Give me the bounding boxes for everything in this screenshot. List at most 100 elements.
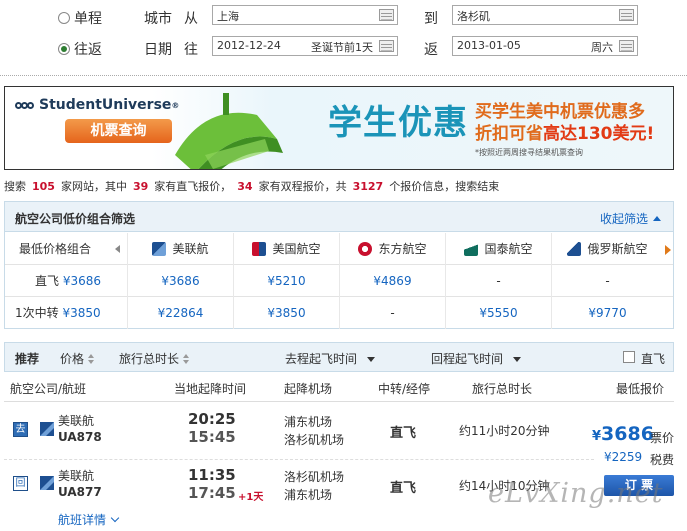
filter-airline-china-eastern[interactable]: 东方航空 bbox=[339, 233, 445, 265]
city-list-icon[interactable] bbox=[379, 9, 394, 21]
outbound-badge: 去 bbox=[13, 422, 28, 437]
direct-only-label: 直飞 bbox=[641, 352, 666, 366]
aeroflot-logo-icon bbox=[567, 242, 582, 256]
summary-text: 家网站，其中 bbox=[60, 180, 127, 193]
depart-airport: 浦东机场 bbox=[284, 415, 333, 429]
price-cell: - bbox=[339, 297, 445, 329]
united-logo-icon bbox=[152, 242, 167, 256]
col-stop: 中转/经停 bbox=[378, 382, 431, 396]
depart-time: 11:35 bbox=[188, 466, 236, 484]
brand-name: StudentUniverse bbox=[39, 97, 172, 113]
one-stop-best[interactable]: 1次中转 ¥3850 bbox=[11, 297, 127, 329]
united-logo-icon bbox=[40, 422, 54, 436]
col-airline: 航空公司/航班 bbox=[10, 382, 87, 396]
sort-return-time[interactable]: 回程起飞时间 bbox=[431, 350, 522, 367]
filter-direct-row: 直飞 ¥3686 ¥3686 ¥5210 ¥4869 - - bbox=[5, 265, 673, 297]
sort-bar: 推荐 价格 旅行总时长 去程起飞时间 回程起飞时间 直飞 bbox=[4, 342, 674, 372]
radio-dot-one-way[interactable] bbox=[58, 12, 70, 24]
sort-depart-label: 去程起飞时间 bbox=[285, 352, 358, 366]
banner-headline: 学生优惠 bbox=[328, 103, 468, 143]
american-airlines-logo-icon bbox=[252, 242, 267, 256]
sort-depart-time[interactable]: 去程起飞时间 bbox=[285, 350, 376, 367]
sort-recommend[interactable]: 推荐 bbox=[15, 350, 39, 367]
from-city-value: 上海 bbox=[217, 10, 239, 23]
airline-filter-panel: 航空公司低价组合筛选 收起筛选 最低价格组合 美联航 美国航空 东方航空 国泰航… bbox=[4, 201, 674, 329]
depart-time: 20:25 bbox=[188, 410, 236, 428]
summary-text: 家有直飞报价， bbox=[154, 180, 232, 193]
scroll-left-icon[interactable] bbox=[115, 245, 120, 253]
price-cell[interactable]: ¥22864 bbox=[127, 297, 233, 329]
col-price: 最低报价 bbox=[616, 382, 665, 396]
banner-line2-prefix: 折扣可省 bbox=[475, 124, 543, 144]
arrive-time: 17:45 bbox=[188, 484, 236, 502]
price-cell[interactable]: ¥3850 bbox=[233, 297, 339, 329]
arrive-time: 15:45 bbox=[188, 428, 236, 446]
tax-label: 税费 bbox=[650, 453, 675, 467]
calendar-icon[interactable] bbox=[379, 40, 394, 52]
to-city-value: 洛杉矶 bbox=[457, 10, 490, 23]
fare-value: 3686 bbox=[601, 423, 654, 445]
arrive-airport: 浦东机场 bbox=[284, 488, 333, 502]
price-cell[interactable]: ¥5550 bbox=[445, 297, 551, 329]
calendar-icon[interactable] bbox=[619, 40, 634, 52]
depart-date-input[interactable]: 2012-12-24 圣诞节前1天 bbox=[212, 36, 398, 56]
banner-line2-highlight: 高达130美元! bbox=[543, 124, 655, 144]
sort-duration-label: 旅行总时长 bbox=[119, 352, 180, 366]
price-cell[interactable]: ¥5210 bbox=[233, 265, 339, 297]
chevron-down-icon bbox=[513, 357, 522, 362]
direct-site-count: 39 bbox=[132, 180, 149, 193]
round-trip-radio[interactable]: 往返 bbox=[58, 39, 102, 59]
direct-best[interactable]: 直飞 ¥3686 bbox=[11, 265, 127, 297]
filter-airline-united[interactable]: 美联航 bbox=[127, 233, 233, 265]
flight-code: UA878 bbox=[58, 430, 102, 444]
sort-price[interactable]: 价格 bbox=[60, 350, 95, 367]
price-cell: - bbox=[445, 265, 551, 297]
filter-airline-cathay[interactable]: 国泰航空 bbox=[445, 233, 551, 265]
from-city-input[interactable]: 上海 bbox=[212, 5, 398, 25]
watermark: eLvXing.net bbox=[488, 478, 664, 509]
sort-duration[interactable]: 旅行总时长 bbox=[119, 350, 190, 367]
city-list-icon[interactable] bbox=[619, 9, 634, 21]
outbound-flight-row[interactable]: 去 美联航 UA878 20:25 15:45 浦东机场 洛杉矶机场 直飞 约1… bbox=[4, 406, 674, 456]
one-way-radio[interactable]: 单程 bbox=[58, 8, 102, 28]
filter-airline-aeroflot[interactable]: 俄罗斯航空 bbox=[551, 233, 663, 265]
flight-search-button[interactable]: 机票查询 bbox=[65, 119, 172, 143]
depart-airport: 洛杉矶机场 bbox=[284, 470, 345, 484]
ad-banner[interactable]: StudentUniverse ® 机票查询 学生优惠 买学生美中机票优惠多 折扣… bbox=[4, 86, 674, 170]
to-city-input[interactable]: 洛杉矶 bbox=[452, 5, 638, 25]
currency-symbol: ¥ bbox=[592, 429, 602, 444]
airline-name: 俄罗斯航空 bbox=[587, 242, 648, 256]
price-cell[interactable]: ¥4869 bbox=[339, 265, 445, 297]
to-label: 到 bbox=[424, 11, 438, 27]
col-duration: 旅行总时长 bbox=[472, 382, 533, 396]
china-eastern-logo-icon bbox=[358, 242, 373, 256]
price-cell[interactable]: ¥9770 bbox=[551, 297, 663, 329]
summary-text: 搜索 bbox=[4, 180, 26, 193]
trip-duration: 约11小时20分钟 bbox=[459, 424, 550, 438]
airline-name: 美联航 bbox=[58, 469, 95, 483]
search-summary: 搜索 105 家网站，其中 39 家有直飞报价， 34 家有双程报价，共 3127 个报价信息，… bbox=[4, 178, 499, 194]
flight-details-link[interactable]: 航班详情 bbox=[58, 511, 118, 528]
studentuniverse-logo: StudentUniverse ® bbox=[15, 97, 179, 113]
roundtrip-site-count: 34 bbox=[237, 180, 253, 193]
filter-one-stop-row: 1次中转 ¥3850 ¥22864 ¥3850 - ¥5550 ¥9770 bbox=[5, 297, 673, 329]
return-date-value: 2013-01-05 bbox=[457, 39, 521, 52]
logo-rings-icon bbox=[15, 101, 34, 109]
return-badge: 回 bbox=[13, 476, 28, 491]
return-label: 返 bbox=[424, 42, 438, 58]
divider bbox=[0, 75, 687, 76]
one-way-label: 单程 bbox=[74, 11, 102, 27]
radio-dot-round-trip[interactable] bbox=[58, 43, 70, 55]
return-date-note: 周六 bbox=[591, 41, 613, 54]
price-cell[interactable]: ¥3686 bbox=[127, 265, 233, 297]
lowest-combo-header: 最低价格组合 bbox=[19, 242, 92, 256]
sort-return-label: 回程起飞时间 bbox=[431, 352, 504, 366]
fare-price: ¥3686 bbox=[592, 423, 654, 445]
collapse-filter-link[interactable]: 收起筛选 bbox=[600, 210, 661, 227]
direct-only-checkbox[interactable] bbox=[623, 351, 635, 363]
return-date-input[interactable]: 2013-01-05 周六 bbox=[452, 36, 638, 56]
row-label: 1次中转 bbox=[15, 306, 59, 320]
scroll-right-icon[interactable] bbox=[665, 245, 671, 255]
banner-line2: 折扣可省高达130美元! bbox=[475, 119, 654, 144]
filter-airline-american[interactable]: 美国航空 bbox=[233, 233, 339, 265]
